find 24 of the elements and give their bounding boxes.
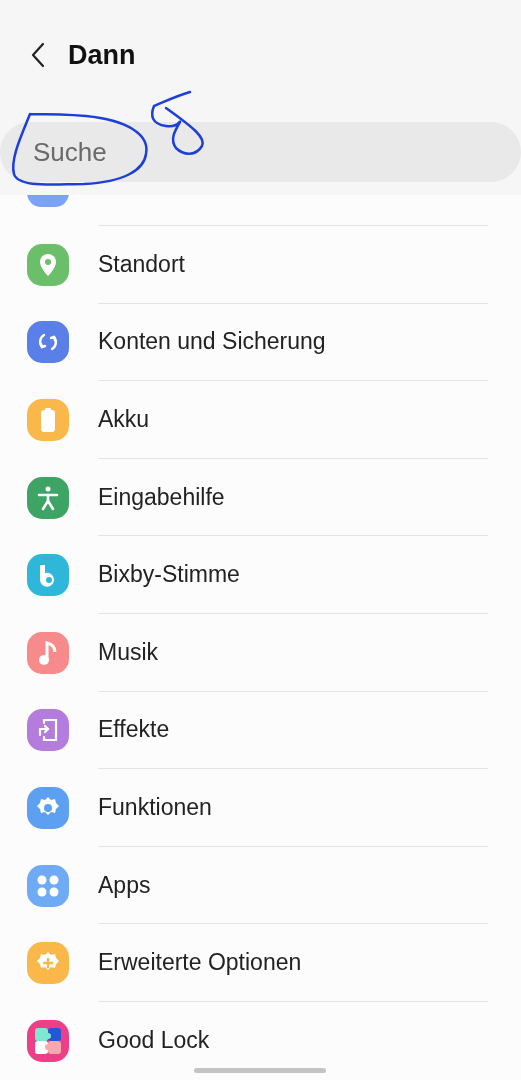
settings-item[interactable]: Musik bbox=[0, 613, 521, 692]
item-label: Standort bbox=[98, 250, 185, 278]
item-label: Eingabehilfe bbox=[98, 483, 225, 511]
item-label: Erweiterte Optionen bbox=[98, 949, 302, 977]
settings-item[interactable]: Akku bbox=[0, 381, 521, 459]
settings-item[interactable]: Apps bbox=[0, 846, 521, 925]
item-label: Musik bbox=[98, 638, 159, 666]
settings-item[interactable]: Good Lock bbox=[0, 1001, 521, 1080]
search-field[interactable]: Suche bbox=[0, 122, 521, 182]
item-label: Effekte bbox=[98, 716, 170, 744]
settings-item[interactable]: Standort bbox=[0, 226, 521, 304]
page-title: Dann bbox=[68, 39, 136, 71]
settings-item[interactable]: Konten und Sicherung bbox=[0, 303, 521, 382]
settings-item[interactable]: Funktionen bbox=[0, 769, 521, 847]
settings-item[interactable]: Eingabehilfe bbox=[0, 458, 521, 537]
item-label: Akku bbox=[98, 406, 150, 433]
settings-item[interactable]: Erweiterte Optionen bbox=[0, 924, 521, 1002]
settings-item[interactable]: Effekte bbox=[0, 691, 521, 770]
item-label: Konten und Sicherung bbox=[98, 328, 326, 356]
settings-item[interactable]: Bixby-Stimme bbox=[0, 536, 521, 614]
item-label: Bixby-Stimme bbox=[98, 561, 240, 589]
item-label: Apps bbox=[98, 871, 151, 899]
item-label: Good Lock bbox=[98, 1027, 210, 1055]
item-label: Funktionen bbox=[98, 793, 212, 821]
